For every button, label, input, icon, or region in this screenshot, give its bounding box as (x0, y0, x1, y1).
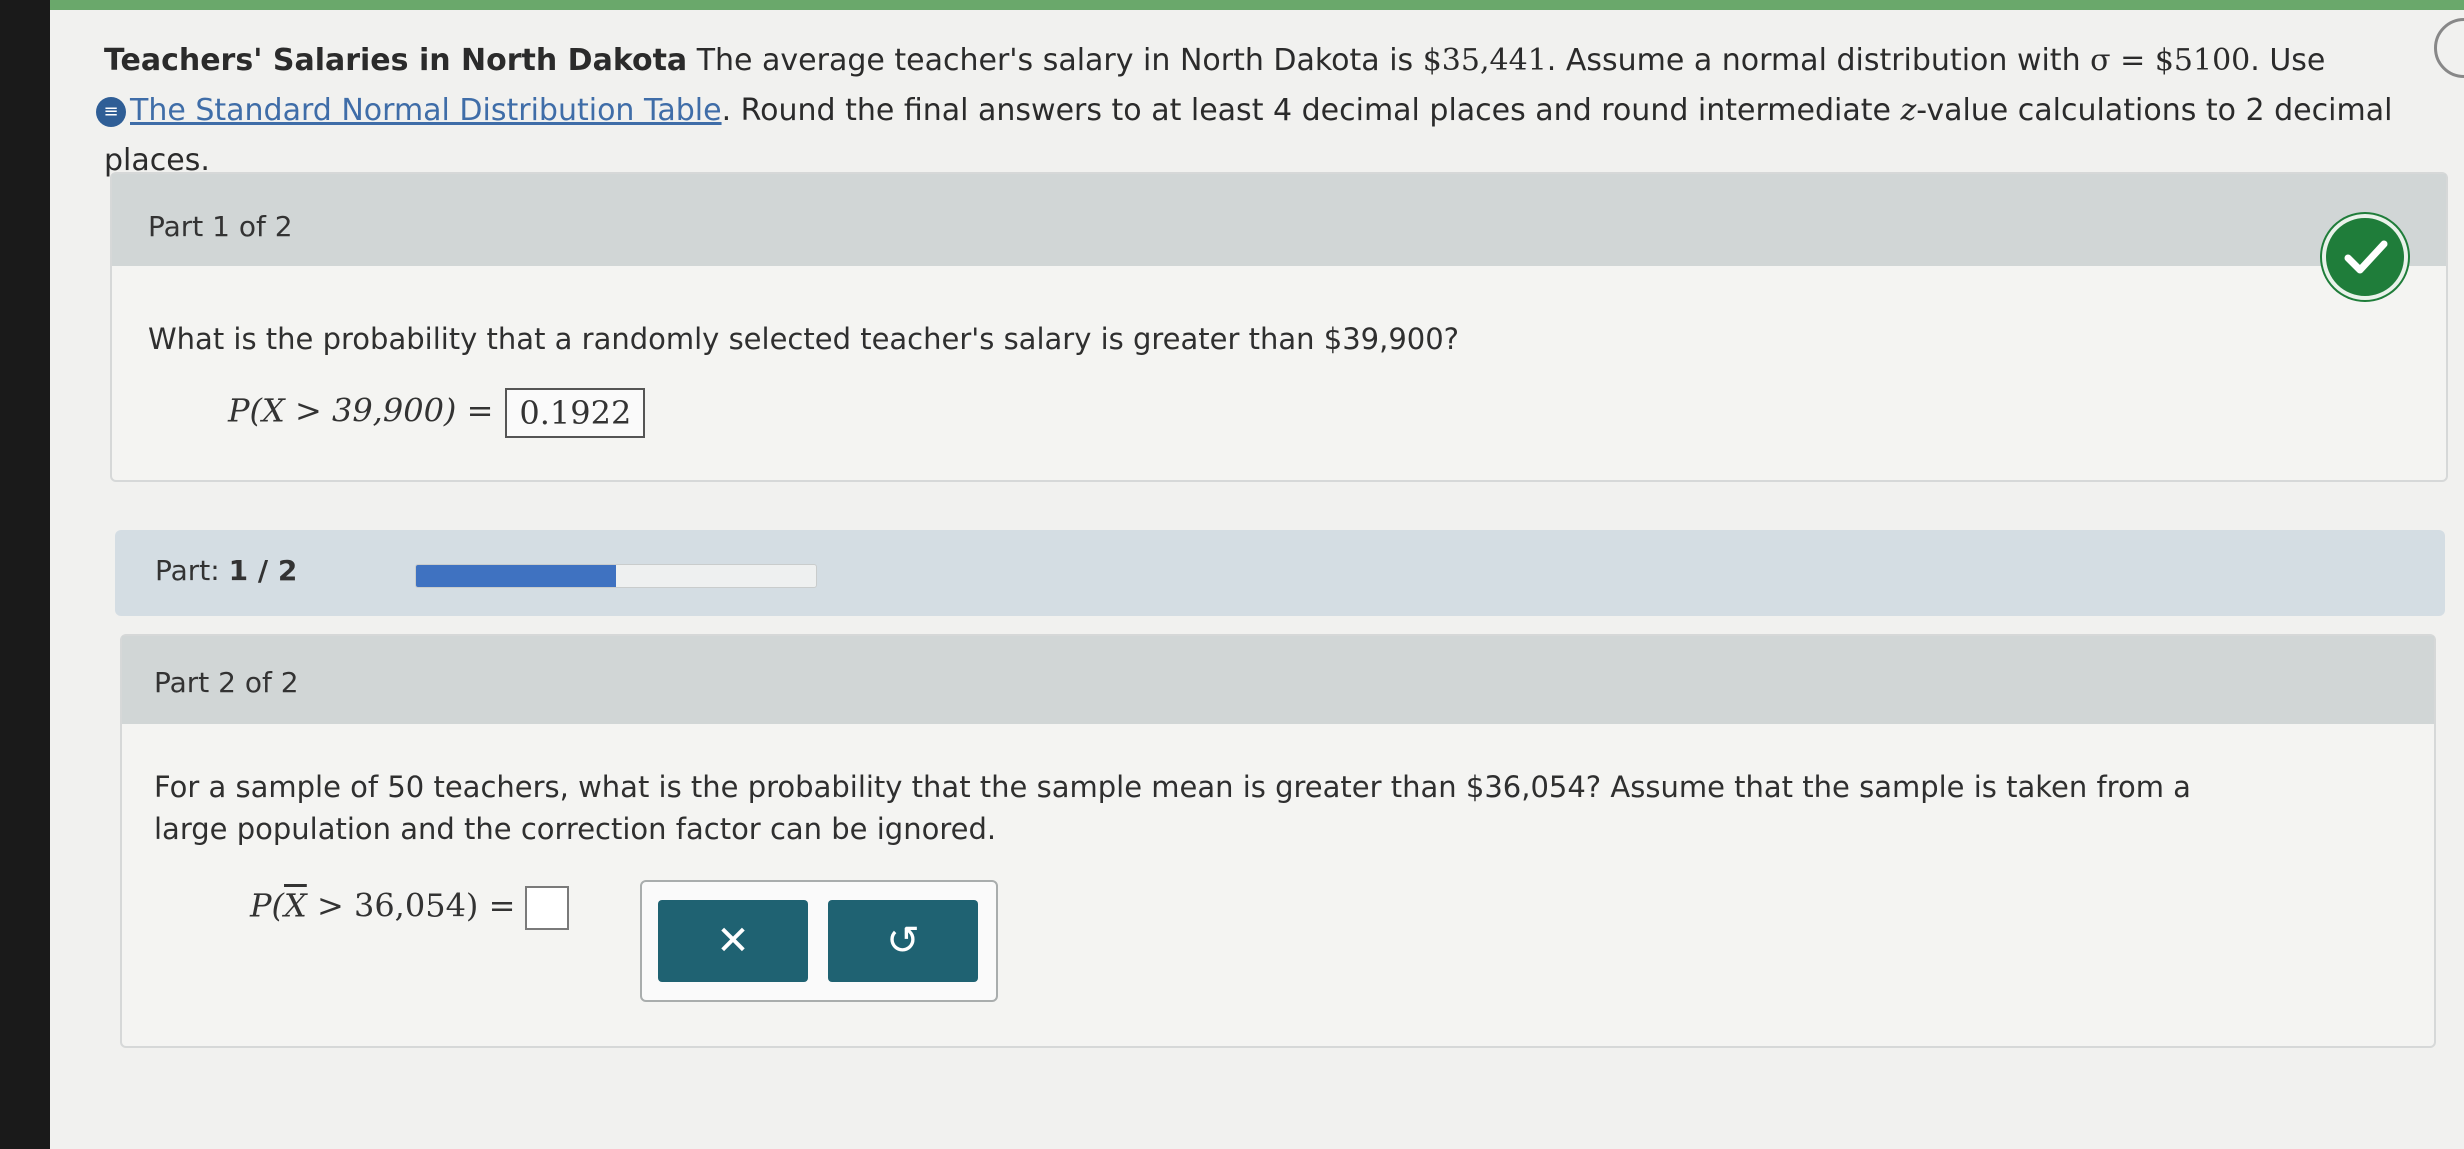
part1-question: What is the probability that a randomly … (148, 322, 1460, 356)
mean-value: $35,441 (1422, 43, 1547, 78)
question-text-4: . Round the final answers to at least 4 … (721, 93, 1901, 128)
progress-fill (416, 565, 616, 587)
part2-expression-suffix: > 36,054) = (306, 886, 516, 925)
sample-mean-symbol: X (284, 886, 307, 925)
progress-label-text: Part: (155, 554, 220, 587)
question-text-1: The average teacher's salary in North Da… (687, 43, 1423, 78)
part2-expression-prefix: P( (250, 886, 285, 925)
part2-question: For a sample of 50 teachers, what is the… (154, 770, 2191, 846)
question-text-3: . Use (2250, 43, 2326, 78)
undo-button[interactable]: ↺ (828, 900, 978, 982)
question-text: Teachers' Salaries in North Dakota The a… (96, 36, 2444, 186)
check-icon (2322, 214, 2408, 300)
part1-answer-box[interactable]: 0.1922 (505, 388, 646, 438)
progress-value: 1 / 2 (228, 554, 298, 587)
clear-button[interactable]: ✕ (658, 900, 808, 982)
standard-normal-table-link[interactable]: The Standard Normal Distribution Table (130, 93, 722, 128)
part2-header[interactable]: Part 2 of 2 (122, 636, 2434, 724)
part2-answer-line: P(X > 36,054) = (250, 886, 570, 930)
part2-answer-input[interactable] (525, 886, 570, 930)
progress-label: Part: 1 / 2 (155, 554, 297, 587)
part1-expression: P(X > 39,900) = (228, 391, 494, 430)
table-link-icon[interactable]: ≡ (96, 96, 126, 127)
top-bar (50, 0, 2464, 10)
part1-header[interactable]: Part 1 of 2 (112, 174, 2446, 266)
progress-bar (415, 564, 817, 588)
part2-panel: Part 2 of 2 For a sample of 50 teachers,… (120, 634, 2436, 1048)
answer-tool-panel: ✕ ↺ (640, 880, 998, 1002)
part1-panel: Part 1 of 2 What is the probability that… (110, 172, 2448, 482)
part1-answer-line: P(X > 39,900) = 0.1922 (228, 388, 646, 438)
z-variable: z (1900, 93, 1917, 128)
question-title: Teachers' Salaries in North Dakota (104, 43, 688, 78)
progress-panel: Part: 1 / 2 (115, 530, 2445, 616)
screen: Teachers' Salaries in North Dakota The a… (50, 0, 2464, 1149)
sigma-value: σ = $5100 (2090, 43, 2251, 78)
question-text-2: . Assume a normal distribution with (1546, 43, 2091, 78)
